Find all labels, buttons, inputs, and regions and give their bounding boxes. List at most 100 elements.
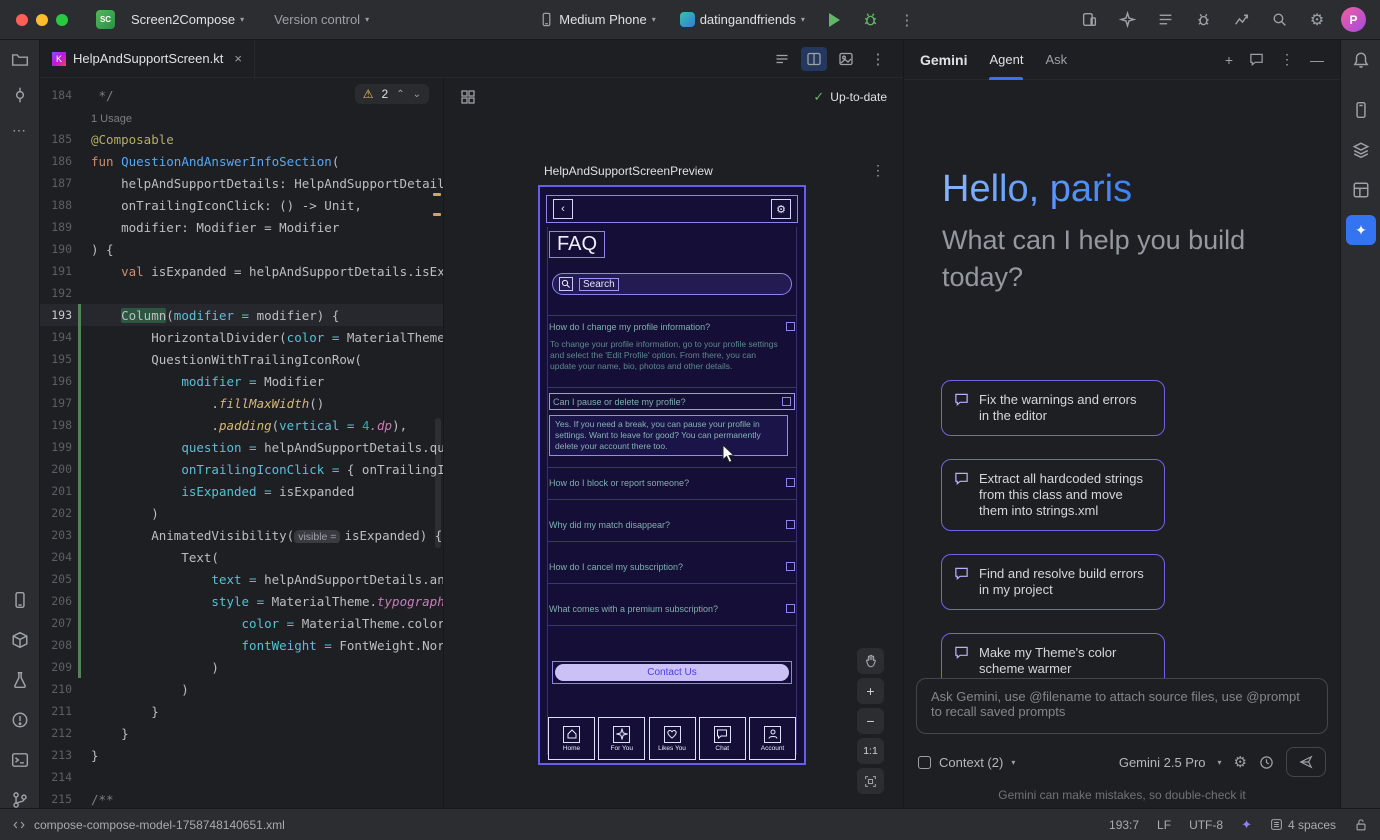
app-inspection-tool-button[interactable] (5, 660, 35, 700)
faq-search-field[interactable]: Search (552, 273, 792, 295)
expand-icon[interactable] (786, 322, 795, 331)
close-window-button[interactable] (16, 14, 28, 26)
indent-setting[interactable]: 4 spaces (1270, 818, 1336, 832)
editor-mode-design-button[interactable] (833, 47, 859, 71)
more-tools-button[interactable]: ⋯ (5, 115, 35, 145)
code-line[interactable]: 194 HorizontalDivider(color = MaterialTh… (40, 326, 443, 348)
model-selector[interactable]: Gemini 2.5 Pro (1119, 755, 1206, 770)
code-line[interactable]: 190) { (40, 238, 443, 260)
code-line[interactable]: 193 Column(modifier = modifier) { (40, 304, 443, 326)
suggestion-card[interactable]: Find and resolve build errors in my proj… (941, 554, 1165, 610)
next-warning-button[interactable]: ⌄ (413, 89, 421, 100)
device-selector[interactable]: Medium Phone ▾ (531, 8, 663, 31)
faq-question-row[interactable]: Can I pause or delete my profile? (549, 393, 795, 410)
expand-icon[interactable] (786, 604, 795, 613)
phone-preview[interactable]: ‹ ⚙ FAQ Search How do I change my profil… (538, 185, 806, 765)
send-prompt-button[interactable] (1286, 747, 1326, 777)
faq-question-row[interactable]: How do I cancel my subscription? (549, 559, 795, 574)
code-line[interactable]: 214 (40, 766, 443, 788)
code-line[interactable]: 212 } (40, 722, 443, 744)
faq-question-row[interactable]: What comes with a premium subscription? (549, 601, 795, 616)
settings-button-preview[interactable]: ⚙ (771, 199, 791, 219)
grid-layout-icon[interactable] (460, 89, 476, 105)
debug-button[interactable] (857, 6, 885, 34)
layout-inspector-tool-button[interactable] (1346, 170, 1376, 210)
code-line[interactable]: 198 .padding(vertical = 4.dp), (40, 414, 443, 436)
running-devices-tool-button[interactable] (5, 580, 35, 620)
editor-mode-code-button[interactable] (769, 47, 795, 71)
suggestion-card[interactable]: Fix the warnings and errors in the edito… (941, 380, 1165, 436)
zoom-out-button[interactable]: − (857, 708, 884, 734)
zoom-window-button[interactable] (56, 14, 68, 26)
code-line[interactable]: 209 ) (40, 656, 443, 678)
hide-panel-button[interactable]: — (1310, 52, 1324, 68)
bug-report-button[interactable] (1189, 6, 1217, 34)
code-line[interactable]: 200 onTrailingIconClick = { onTrailingIc… (40, 458, 443, 480)
warning-stripe-mark[interactable] (433, 213, 441, 216)
tab-ask[interactable]: Ask (1045, 40, 1067, 80)
faq-question-row[interactable]: How do I change my profile information? (549, 319, 795, 334)
run-more-actions-button[interactable]: ⋮ (893, 6, 921, 34)
line-separator[interactable]: LF (1157, 818, 1171, 832)
run-button[interactable] (821, 6, 849, 34)
terminal-tool-button[interactable] (5, 740, 35, 780)
code-line[interactable]: 189 modifier: Modifier = Modifier (40, 216, 443, 238)
editor-scrollbar[interactable] (435, 418, 441, 548)
ai-assistant-button[interactable] (1113, 6, 1141, 34)
tab-options-button[interactable]: ⋮ (865, 47, 891, 71)
back-button[interactable]: ‹ (553, 199, 573, 219)
code-line[interactable]: 205 text = helpAndSupportDetails.answer, (40, 568, 443, 590)
notifications-button[interactable] (1346, 45, 1376, 75)
code-line[interactable]: 191 val isExpanded = helpAndSupportDetai… (40, 260, 443, 282)
code-line[interactable]: 196 modifier = Modifier (40, 370, 443, 392)
editor-mode-split-button[interactable] (801, 47, 827, 71)
task-list-button[interactable] (1151, 6, 1179, 34)
code-line[interactable]: 202 ) (40, 502, 443, 524)
code-line[interactable]: 201 isExpanded = isExpanded (40, 480, 443, 502)
code-line[interactable]: 195 QuestionWithTrailingIconRow( (40, 348, 443, 370)
code-line[interactable]: 186fun QuestionAndAnswerInfoSection( (40, 150, 443, 172)
code-line[interactable]: 215/** (40, 788, 443, 808)
gemini-settings-button[interactable]: ⚙ (1234, 753, 1247, 771)
gemini-prompt-input[interactable] (929, 687, 1315, 725)
code-lines[interactable]: 184 */1 Usage185@Composable186fun Questi… (40, 84, 443, 808)
code-line[interactable]: 188 onTrailingIconClick: () -> Unit, (40, 194, 443, 216)
contact-us-button[interactable]: Contact Us (552, 661, 792, 684)
code-line[interactable]: 210 ) (40, 678, 443, 700)
expand-icon[interactable] (786, 562, 795, 571)
minimize-window-button[interactable] (36, 14, 48, 26)
code-line[interactable]: 208 fontWeight = FontWeight.Normal (40, 634, 443, 656)
search-everywhere-button[interactable] (1265, 6, 1293, 34)
device-manager-button[interactable] (1075, 6, 1103, 34)
expand-icon[interactable] (786, 478, 795, 487)
usage-hint[interactable]: 1 Usage (91, 113, 132, 125)
version-control-menu[interactable]: Version control ▾ (266, 8, 377, 31)
expand-icon[interactable] (786, 520, 795, 529)
code-line[interactable]: 192 (40, 282, 443, 304)
zoom-level-button[interactable]: 1:1 (857, 738, 884, 764)
code-line[interactable]: 203 AnimatedVisibility(visible =isExpand… (40, 524, 443, 546)
expand-icon[interactable] (782, 397, 791, 406)
nav-item-chat[interactable]: Chat (699, 717, 746, 760)
project-tool-button[interactable] (5, 45, 35, 75)
write-lock-icon[interactable] (1354, 818, 1368, 832)
new-chat-button[interactable]: + (1225, 52, 1233, 68)
inspections-widget[interactable]: ⚠ 2 ⌃ ⌄ (355, 84, 429, 104)
editor-tab-active[interactable]: K HelpAndSupportScreen.kt × (40, 40, 255, 78)
suggestion-card[interactable]: Extract all hardcoded strings from this … (941, 459, 1165, 531)
faq-question-row[interactable]: Why did my match disappear? (549, 517, 795, 532)
previous-warning-button[interactable]: ⌃ (396, 89, 404, 100)
gemini-tool-button[interactable]: ✦ (1346, 210, 1376, 250)
zoom-in-button[interactable]: + (857, 678, 884, 704)
gemini-options-button[interactable]: ⋮ (1280, 51, 1294, 68)
build-tool-button[interactable] (5, 620, 35, 660)
code-line[interactable]: 199 question = helpAndSupportDetails.que… (40, 436, 443, 458)
caret-position[interactable]: 193:7 (1109, 818, 1139, 832)
code-line[interactable]: 204 Text( (40, 546, 443, 568)
code-line[interactable]: 207 color = MaterialTheme.colorScheme.on… (40, 612, 443, 634)
gemini-prompt-box[interactable] (916, 678, 1328, 734)
code-line[interactable]: 197 .fillMaxWidth() (40, 392, 443, 414)
faq-question-row[interactable]: How do I block or report someone? (549, 475, 795, 490)
chat-history-icon[interactable] (1249, 52, 1264, 67)
nav-item-account[interactable]: Account (749, 717, 796, 760)
